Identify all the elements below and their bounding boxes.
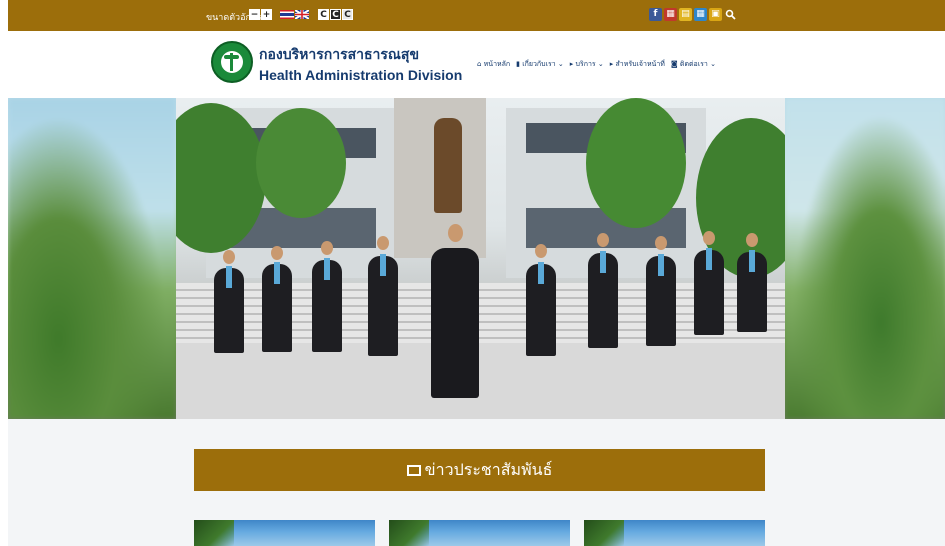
contrast-yellow-button[interactable]: C [342, 9, 353, 20]
logo-emblem [221, 51, 243, 73]
person-head [655, 236, 667, 250]
nav-item-contact-label: ติดต่อเรา [679, 60, 708, 68]
nav-item-staff[interactable]: ▸ สำหรับเจ้าหน้าที่ [610, 59, 665, 70]
person-shirt [600, 251, 606, 273]
hero-banner [8, 98, 945, 419]
chevron-down-icon: ⌄ [707, 60, 716, 68]
news-card[interactable] [584, 520, 765, 546]
search-icon[interactable] [725, 9, 736, 20]
tree [586, 98, 686, 228]
grid-icon[interactable]: ▦ [694, 8, 707, 21]
news-card[interactable] [194, 520, 375, 546]
news-section-header: ข่าวประชาสัมพันธ์ [194, 449, 765, 491]
plaza-ground [176, 343, 785, 419]
brand-title-thai[interactable]: กองบริหารการสาธารณสุข [259, 44, 419, 66]
brand-title-english[interactable]: Health Administration Division [259, 67, 462, 83]
contrast-dark-button[interactable]: C [330, 9, 341, 20]
tree [256, 108, 346, 218]
nav-item-staff-label: สำหรับเจ้าหน้าที่ [615, 60, 665, 68]
folder-icon[interactable]: ▤ [679, 8, 692, 21]
nav-item-contact[interactable]: ◙ ติดต่อเรา ⌄ [671, 59, 716, 70]
logo-wing [224, 55, 239, 59]
main-nav: ⌂ หน้าหลัก ▮ เกี่ยวกับเรา ⌄ ▸ บริการ ⌄ ▸… [477, 59, 716, 70]
person-shirt [706, 248, 712, 270]
hero-team-photo [176, 98, 785, 419]
font-decrease-button[interactable]: − [249, 9, 260, 20]
person-shirt [538, 262, 544, 284]
card-image [389, 520, 429, 546]
person-shirt [324, 258, 330, 280]
newspaper-icon [406, 465, 421, 476]
nav-item-about[interactable]: ▮ เกี่ยวกับเรา ⌄ [516, 59, 564, 70]
person-head [448, 224, 463, 242]
nav-item-about-label: เกี่ยวกับเรา [522, 60, 556, 68]
font-increase-button[interactable]: + [261, 9, 272, 20]
person-head [321, 241, 333, 255]
statue [434, 118, 462, 213]
person-shirt [658, 254, 664, 276]
top-bar: ขนาดตัวอักษร − + C C C f ▦ ▤ ▦ ▣ [8, 0, 945, 31]
nav-item-services[interactable]: ▸ บริการ ⌄ [570, 59, 604, 70]
home-icon: ⌂ [477, 60, 484, 68]
card-image [194, 520, 234, 546]
person-head [597, 233, 609, 247]
person-shirt [274, 262, 280, 284]
hero-blurred-right [785, 98, 945, 419]
calendar-icon[interactable]: ▦ [664, 8, 677, 21]
language-thai-flag-icon[interactable] [280, 10, 294, 19]
page-frame: ขนาดตัวอักษร − + C C C f ▦ ▤ ▦ ▣ กองบริห… [8, 0, 945, 546]
ministry-logo[interactable] [211, 41, 253, 83]
news-card[interactable] [389, 520, 570, 546]
news-section-title: ข่าวประชาสัมพันธ์ [424, 460, 553, 479]
language-english-flag-icon[interactable] [295, 10, 309, 19]
person-head [377, 236, 389, 250]
card-image [584, 520, 624, 546]
nav-item-home[interactable]: ⌂ หน้าหลัก [477, 59, 510, 70]
lock-icon[interactable]: ▣ [709, 8, 722, 21]
person-head [223, 250, 235, 264]
person-head [703, 231, 715, 245]
person-head [271, 246, 283, 260]
contrast-normal-button[interactable]: C [318, 9, 329, 20]
person-shirt [749, 250, 755, 272]
facebook-icon[interactable]: f [649, 8, 662, 21]
person-head [746, 233, 758, 247]
person-center [431, 248, 479, 398]
chat-icon: ◙ [670, 60, 680, 68]
site-header: กองบริหารการสาธารณสุข Health Administrat… [8, 31, 945, 98]
hero-blurred-left [8, 98, 176, 419]
nav-item-services-label: บริการ [575, 60, 596, 68]
person-shirt [226, 266, 232, 288]
person-head [535, 244, 547, 258]
person-shirt [380, 254, 386, 276]
chevron-down-icon: ⌄ [555, 60, 564, 68]
nav-item-home-label: หน้าหลัก [483, 60, 511, 68]
chevron-down-icon: ⌄ [595, 60, 604, 68]
